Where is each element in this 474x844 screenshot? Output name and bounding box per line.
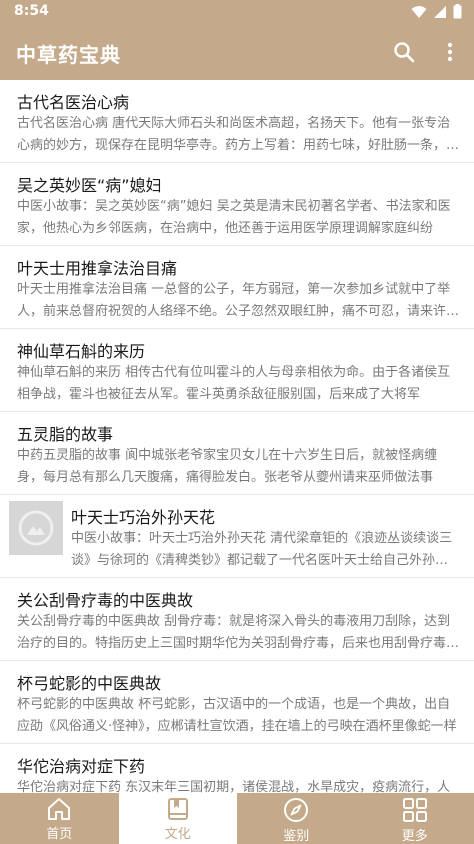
nav-home-label: 首页 [46,827,73,842]
nav-identify-label: 鉴别 [283,829,310,844]
item-summary: 神仙草石斛的来历 相传古代有位叫霍斗的人与母亲相依为命。由于各诸侯互相争战，霍斗… [17,365,451,402]
nav-culture[interactable]: 文化 [118,793,237,844]
list-item[interactable]: 叶天士用推拿法治目痛 叶天士用推拿法治目痛 一总督的公子，年方弱冠，第一次参加乡… [0,246,474,329]
battery-icon [453,4,462,19]
item-title: 华佗治病对症下药 [17,757,146,776]
nav-identify[interactable]: 鉴别 [237,793,356,844]
item-title: 吴之英妙医“病”媳妇 [17,176,162,195]
item-summary: 中医小故事：吴之英妙医“病”媳妇 吴之英是清末民初著名学者、书法家和医家，他热心… [17,199,451,236]
signal-icon [434,5,446,18]
nav-culture-label: 文化 [164,827,191,842]
image-placeholder-icon [18,510,54,546]
list-item[interactable]: 叶天士巧治外孙天花 中医小故事：叶天士巧治外孙天花 清代梁章钜的《浪迹丛谈续谈三… [0,495,474,578]
status-icons [411,4,462,19]
wifi-icon [411,5,427,18]
nav-home[interactable]: 首页 [0,793,119,844]
nav-more[interactable]: 更多 [356,793,474,844]
item-title: 神仙草石斛的来历 [17,342,146,361]
grid-icon [402,798,427,822]
item-summary: 杯弓蛇影的中医典故 杯弓蛇影，古汉语中的一个成语，也是一个典故，出自应劭《风俗通… [17,697,457,734]
status-time: 8:54 [14,3,49,19]
item-summary: 华佗治病对症下药 东汉末年三国初期，诸侯混战，水旱成灾，疫病流行，人民处于水深火… [17,780,451,793]
list-item[interactable]: 关公刮骨疗毒的中医典故 关公刮骨疗毒的中医典故 刮骨疗毒：就是将深入骨头的毒液用… [0,578,474,661]
list-item[interactable]: 神仙草石斛的来历 神仙草石斛的来历 相传古代有位叫霍斗的人与母亲相依为命。由于各… [0,329,474,412]
app-title: 中草药宝典 [16,43,121,67]
item-title: 叶天士巧治外孙天花 [71,508,216,527]
list-item[interactable]: 古代名医治心病 古代名医治心病 唐代天际大师石头和尚医术高超，名扬天下。他有一张… [0,80,474,163]
book-icon [167,798,188,820]
list-item[interactable]: 五灵脂的故事 中药五灵脂的故事 阆中城张老爷家宝贝女儿在十六岁生日后，就被怪病缠… [0,412,474,495]
item-summary: 叶天士用推拿法治目痛 一总督的公子，年方弱冠，第一次参加乡试就中了举人，前来总督… [17,282,460,319]
compass-icon [284,798,309,822]
list-item[interactable]: 杯弓蛇影的中医典故 杯弓蛇影的中医典故 杯弓蛇影，古汉语中的一个成语，也是一个典… [0,661,474,744]
more-vert-icon [447,42,453,62]
nav-more-label: 更多 [401,829,428,844]
item-summary: 中药五灵脂的故事 阆中城张老爷家宝贝女儿在十六岁生日后，就被怪病缠身，每月总有那… [17,448,438,485]
item-title: 杯弓蛇影的中医典故 [17,674,162,693]
list-item[interactable]: 华佗治病对症下药 华佗治病对症下药 东汉末年三国初期，诸侯混战，水旱成灾，疫病流… [0,744,474,793]
search-icon [394,42,415,63]
item-title: 五灵脂的故事 [17,425,114,444]
item-summary: 中医小故事：叶天士巧治外孙天花 清代梁章钜的《浪迹丛谈续谈三谈》与徐珂的《清稗类… [71,531,461,568]
search-button[interactable] [390,38,418,66]
app-bar: 中草药宝典 [0,24,474,80]
item-title: 关公刮骨疗毒的中医典故 [17,591,194,610]
home-icon [48,798,71,820]
bottom-navigation: 首页 文化 鉴别 更多 [0,793,474,844]
thumbnail-placeholder [9,501,63,555]
item-title: 古代名医治心病 [17,93,130,112]
list-item[interactable]: 吴之英妙医“病”媳妇 中医小故事：吴之英妙医“病”媳妇 吴之英是清末民初著名学者… [0,163,474,246]
item-summary: 古代名医治心病 唐代天际大师石头和尚医术高超，名扬天下。他有一张专治心病的妙方，… [17,116,460,153]
article-list[interactable]: 古代名医治心病 古代名医治心病 唐代天际大师石头和尚医术高超，名扬天下。他有一张… [0,80,474,793]
item-summary: 关公刮骨疗毒的中医典故 刮骨疗毒：就是将深入骨头的毒液用刀刮除，达到治疗的目的。… [17,614,460,651]
status-bar: 8:54 [0,0,474,24]
item-title: 叶天士用推拿法治目痛 [17,259,178,278]
overflow-menu-button[interactable] [436,38,464,66]
